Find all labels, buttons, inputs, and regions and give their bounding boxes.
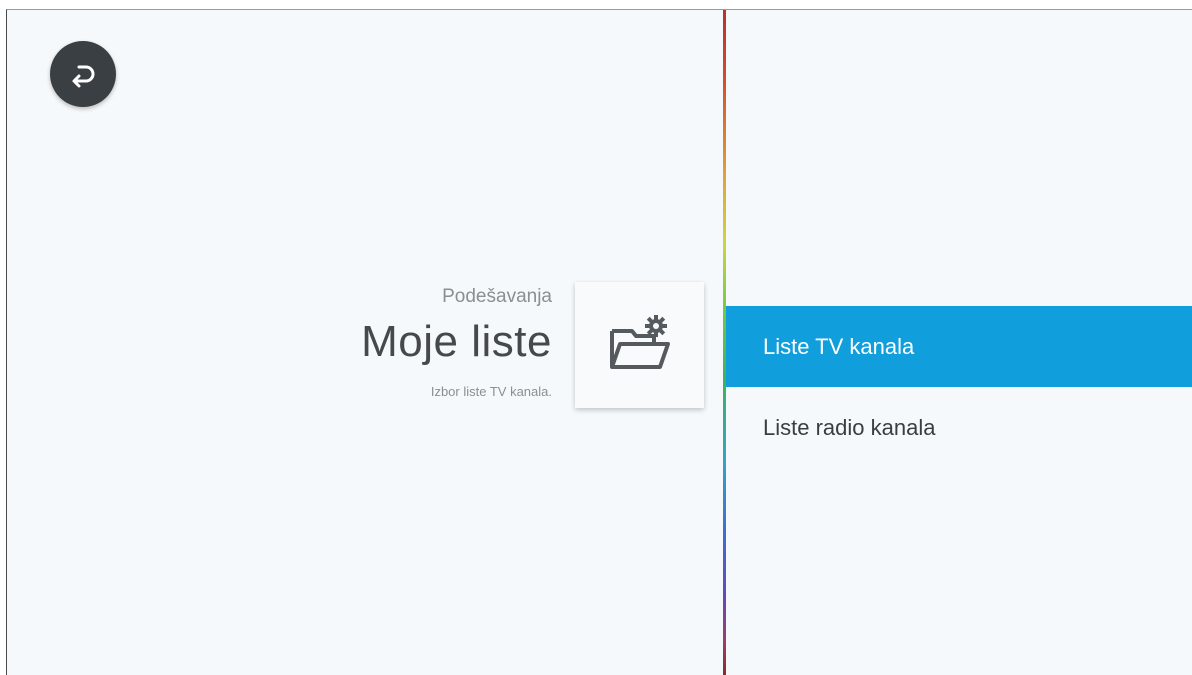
back-arrow-icon — [72, 65, 95, 88]
menu-item-label: Liste TV kanala — [763, 333, 915, 359]
menu-item-tv-channel-lists[interactable]: Liste TV kanala — [726, 306, 1192, 387]
menu-item-radio-channel-lists[interactable]: Liste radio kanala — [726, 387, 1192, 468]
breadcrumb: Podešavanja — [442, 286, 552, 307]
menu-item-label: Liste radio kanala — [763, 414, 936, 440]
page-description: Izbor liste TV kanala. — [430, 384, 552, 399]
page-title: Moje liste — [361, 317, 552, 366]
options-menu: Liste TV kanala Liste radio kanala — [726, 306, 1192, 468]
folder-settings-icon — [609, 315, 670, 369]
back-button[interactable] — [50, 41, 116, 107]
category-icon-card — [575, 282, 704, 408]
settings-screen: Podešavanja Moje liste Izbor liste TV ka… — [6, 9, 1192, 675]
